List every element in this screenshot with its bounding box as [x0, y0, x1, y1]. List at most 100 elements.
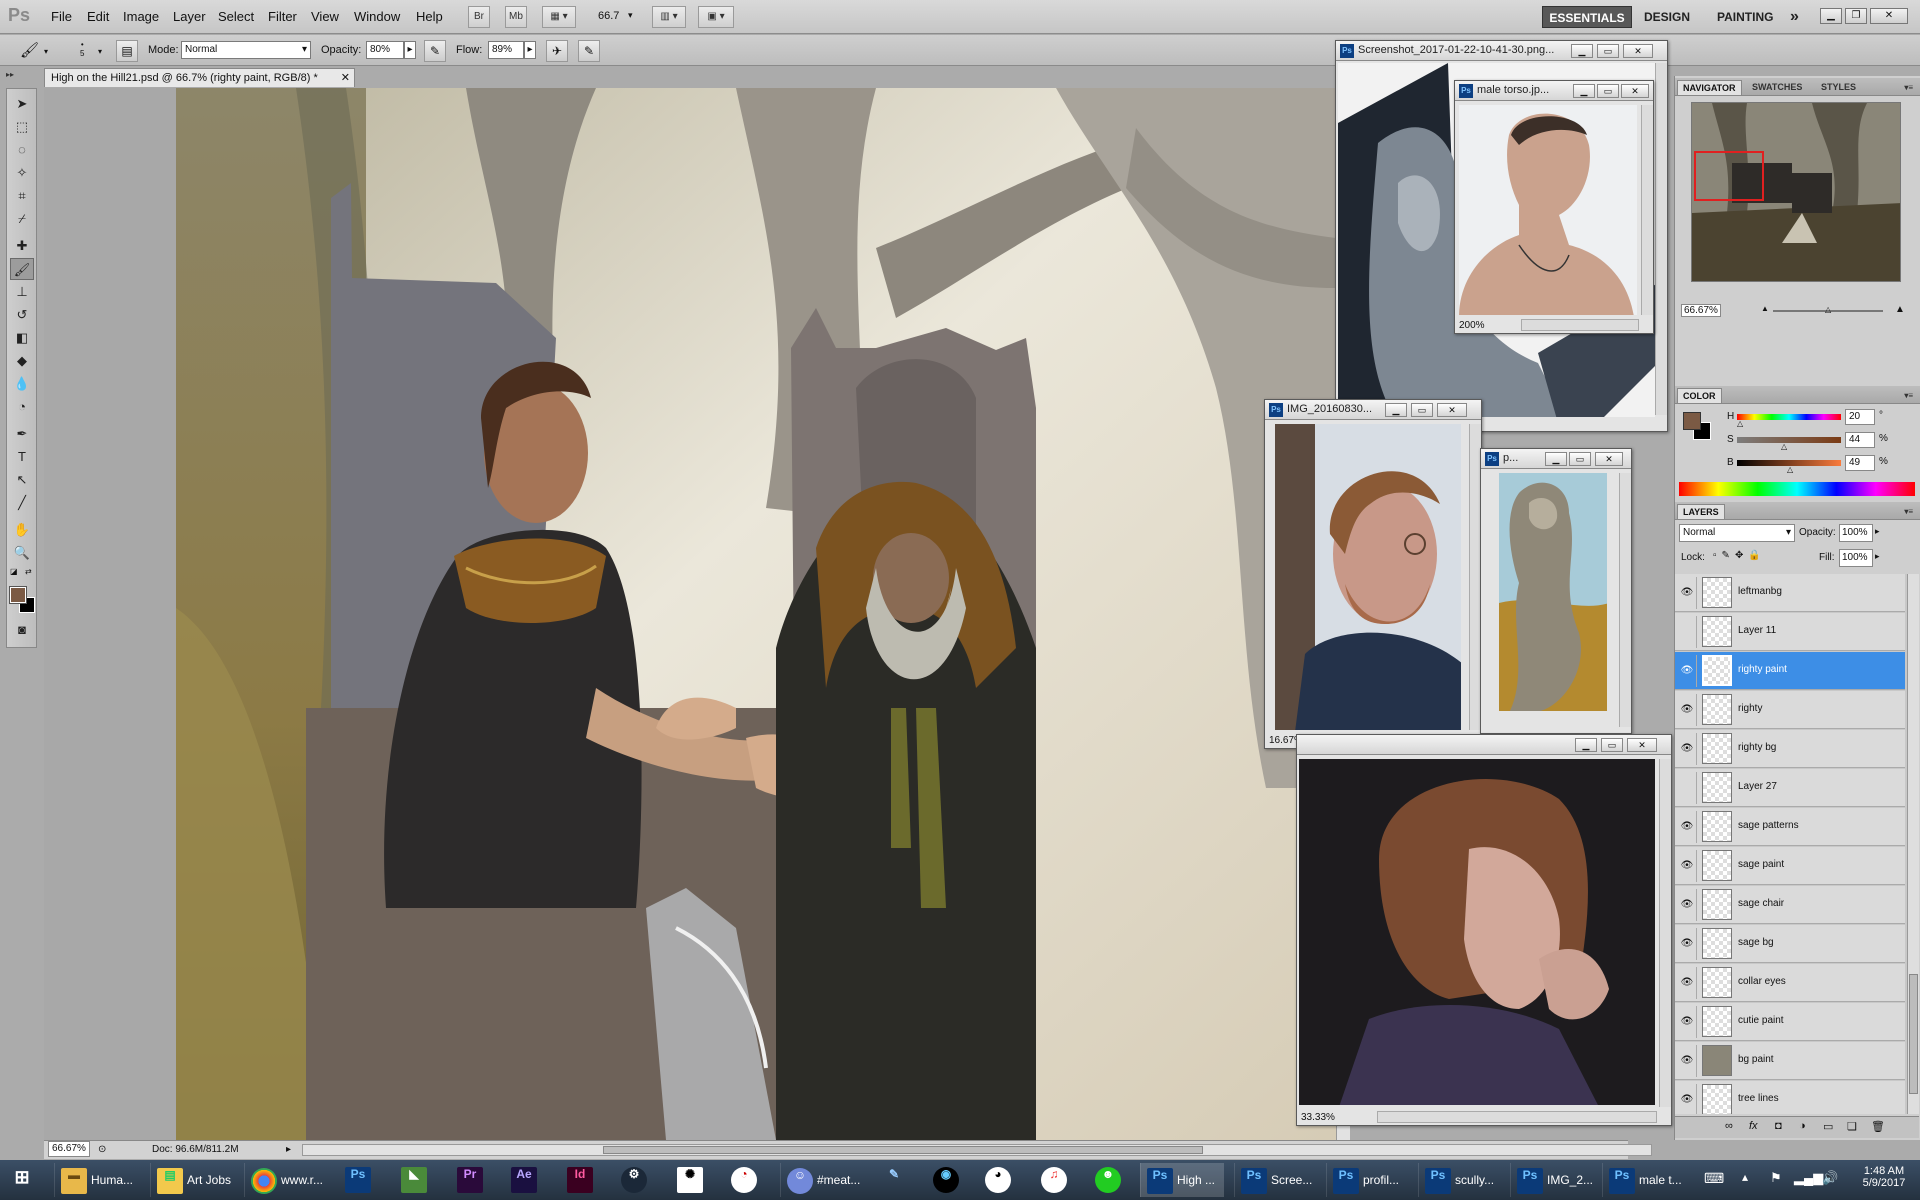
- taskbar-item[interactable]: www.r...: [244, 1163, 330, 1197]
- opacity-slider-toggle[interactable]: ▸: [404, 41, 416, 59]
- bridge-button[interactable]: Br: [468, 6, 490, 28]
- window-zoom[interactable]: 33.33%: [1301, 1112, 1335, 1123]
- taskbar-pinned-app[interactable]: ♫: [1034, 1163, 1074, 1197]
- maximize-button[interactable]: ▭: [1411, 403, 1433, 417]
- taskbar-item-active[interactable]: Ps High ...: [1140, 1163, 1224, 1197]
- panel-menu-icon[interactable]: ▾≡: [1899, 388, 1918, 403]
- tab-layers[interactable]: LAYERS: [1677, 504, 1725, 519]
- layer-row[interactable]: 👁 sage bg: [1675, 925, 1905, 963]
- brush-tool-icon[interactable]: 🖌: [20, 41, 39, 59]
- close-icon[interactable]: ✕: [341, 69, 350, 87]
- more-workspaces-button[interactable]: »: [1790, 6, 1799, 28]
- brush-tool-icon[interactable]: 🖌: [10, 258, 34, 280]
- navigator-zoom[interactable]: 66.67%: [1681, 304, 1721, 317]
- adjustment-layer-icon[interactable]: ◑: [1799, 1120, 1806, 1132]
- workspace-design[interactable]: DESIGN: [1644, 6, 1690, 28]
- eye-icon[interactable]: 👁: [1680, 703, 1694, 717]
- minimize-button[interactable]: ▁: [1820, 8, 1842, 24]
- layer-row[interactable]: 👁 sage paint: [1675, 847, 1905, 885]
- tab-swatches[interactable]: SWATCHES: [1747, 80, 1807, 95]
- eye-icon[interactable]: 👁: [1680, 1093, 1694, 1107]
- taskbar-item[interactable]: Ps IMG_2...: [1510, 1163, 1596, 1197]
- zoom-in-icon[interactable]: ▲: [1895, 304, 1905, 315]
- minibridge-button[interactable]: Mb: [505, 6, 527, 28]
- tab-navigator[interactable]: NAVIGATOR: [1677, 80, 1742, 95]
- slider-handle-icon[interactable]: △: [1825, 305, 1831, 314]
- vertical-scrollbar[interactable]: [1655, 63, 1667, 415]
- volume-icon[interactable]: 🔊: [1822, 1170, 1838, 1186]
- taskbar-photoshop-pinned[interactable]: Ps: [338, 1163, 378, 1197]
- new-layer-icon[interactable]: ❏: [1847, 1120, 1857, 1133]
- ref-window-p[interactable]: Ps p... ▁ ▭ ✕: [1480, 448, 1632, 734]
- status-info-icon[interactable]: ⊙: [98, 1141, 106, 1159]
- menu-help[interactable]: Help: [416, 9, 443, 24]
- eye-icon[interactable]: 👁: [1680, 898, 1694, 912]
- ref-window-woman[interactable]: ▁ ▭ ✕ 33.33%: [1296, 734, 1672, 1126]
- s-input[interactable]: 44: [1845, 432, 1875, 448]
- keyboard-icon[interactable]: ⌨: [1704, 1170, 1724, 1187]
- layer-row[interactable]: 👁 bg paint: [1675, 1042, 1905, 1080]
- toolbar-collapse-handle[interactable]: ▸▸: [6, 70, 37, 82]
- flow-input[interactable]: 89%: [488, 41, 524, 59]
- show-hidden-icons[interactable]: ▴: [1742, 1170, 1748, 1184]
- pen-tool-icon[interactable]: ✒: [10, 423, 34, 445]
- menu-view[interactable]: View: [311, 9, 339, 24]
- close-button[interactable]: ✕: [1621, 84, 1649, 98]
- rotate-view-tool-icon[interactable]: ✋: [10, 519, 34, 541]
- layer-row[interactable]: 👁 tree lines: [1675, 1081, 1905, 1114]
- taskbar-item[interactable]: Ps male t...: [1602, 1163, 1688, 1197]
- history-brush-tool-icon[interactable]: ↺: [10, 304, 34, 326]
- minimize-button[interactable]: ▁: [1385, 403, 1407, 417]
- view-extras-button[interactable]: ▦ ▾: [542, 6, 576, 28]
- layer-row[interactable]: Layer 27: [1675, 769, 1905, 807]
- eye-icon[interactable]: 👁: [1680, 820, 1694, 834]
- eye-icon[interactable]: 👁: [1680, 1054, 1694, 1068]
- menu-image[interactable]: Image: [123, 9, 159, 24]
- eye-icon[interactable]: 👁: [1680, 1015, 1694, 1029]
- horizontal-scrollbar[interactable]: [302, 1144, 1652, 1156]
- tab-styles[interactable]: STYLES: [1816, 80, 1861, 95]
- menu-select[interactable]: Select: [218, 9, 254, 24]
- taskbar-item[interactable]: ☺ #meat...: [780, 1163, 868, 1197]
- layer-row[interactable]: Layer 11: [1675, 613, 1905, 651]
- brush-preset-picker[interactable]: • 5: [80, 40, 84, 58]
- airbrush-button[interactable]: ✈: [546, 40, 568, 62]
- eyedropper-tool-icon[interactable]: ⌿: [10, 208, 34, 230]
- maximize-button[interactable]: ▭: [1601, 738, 1623, 752]
- workspace-essentials[interactable]: ESSENTIALS: [1542, 6, 1632, 28]
- slider-handle-icon[interactable]: △: [1781, 442, 1787, 451]
- navigator-view-box[interactable]: [1694, 151, 1764, 201]
- color-fg-swatch[interactable]: [1683, 412, 1701, 430]
- lock-all-icon[interactable]: 🔒: [1748, 550, 1765, 561]
- start-button[interactable]: ⊞: [2, 1163, 42, 1197]
- layer-row[interactable]: 👁 sage chair: [1675, 886, 1905, 924]
- layer-row[interactable]: 👁 sage patterns: [1675, 808, 1905, 846]
- triangle-right-icon[interactable]: ▸: [1875, 551, 1880, 562]
- layer-row[interactable]: 👁 cutie paint: [1675, 1003, 1905, 1041]
- taskbar-indesign[interactable]: Id: [560, 1163, 600, 1197]
- eye-icon[interactable]: 👁: [1680, 742, 1694, 756]
- taskbar-pinned-app[interactable]: ✺: [670, 1163, 710, 1197]
- vertical-scrollbar[interactable]: [1619, 473, 1631, 727]
- blur-tool-icon[interactable]: 💧: [10, 373, 34, 395]
- opacity-input[interactable]: 80%: [366, 41, 404, 59]
- eye-icon[interactable]: 👁: [1680, 937, 1694, 951]
- path-select-tool-icon[interactable]: ↖: [10, 469, 34, 491]
- arrange-documents-button[interactable]: ▥ ▾: [652, 6, 686, 28]
- zoom-out-icon[interactable]: ▲: [1761, 304, 1769, 313]
- minimize-button[interactable]: ▁: [1571, 44, 1593, 58]
- move-tool-icon[interactable]: ➤: [10, 93, 34, 115]
- painting-canvas[interactable]: [176, 88, 1336, 1140]
- add-mask-icon[interactable]: ◘: [1775, 1120, 1782, 1132]
- triangle-right-icon[interactable]: ▸: [286, 1141, 291, 1159]
- ref-window-male-torso[interactable]: Ps male torso.jp... ▁ ▭ ✕ 200%: [1454, 80, 1654, 334]
- type-tool-icon[interactable]: T: [10, 446, 34, 468]
- lasso-tool-icon[interactable]: ◌: [10, 139, 34, 161]
- quick-mask-icon[interactable]: ◙: [10, 619, 34, 641]
- tab-color[interactable]: COLOR: [1677, 388, 1722, 403]
- menu-filter[interactable]: Filter: [268, 9, 297, 24]
- slider-handle-icon[interactable]: △: [1737, 419, 1743, 428]
- marquee-tool-icon[interactable]: ⬚: [10, 116, 34, 138]
- clone-stamp-tool-icon[interactable]: ⊥: [10, 281, 34, 303]
- scrollbar-thumb[interactable]: [603, 1146, 1203, 1154]
